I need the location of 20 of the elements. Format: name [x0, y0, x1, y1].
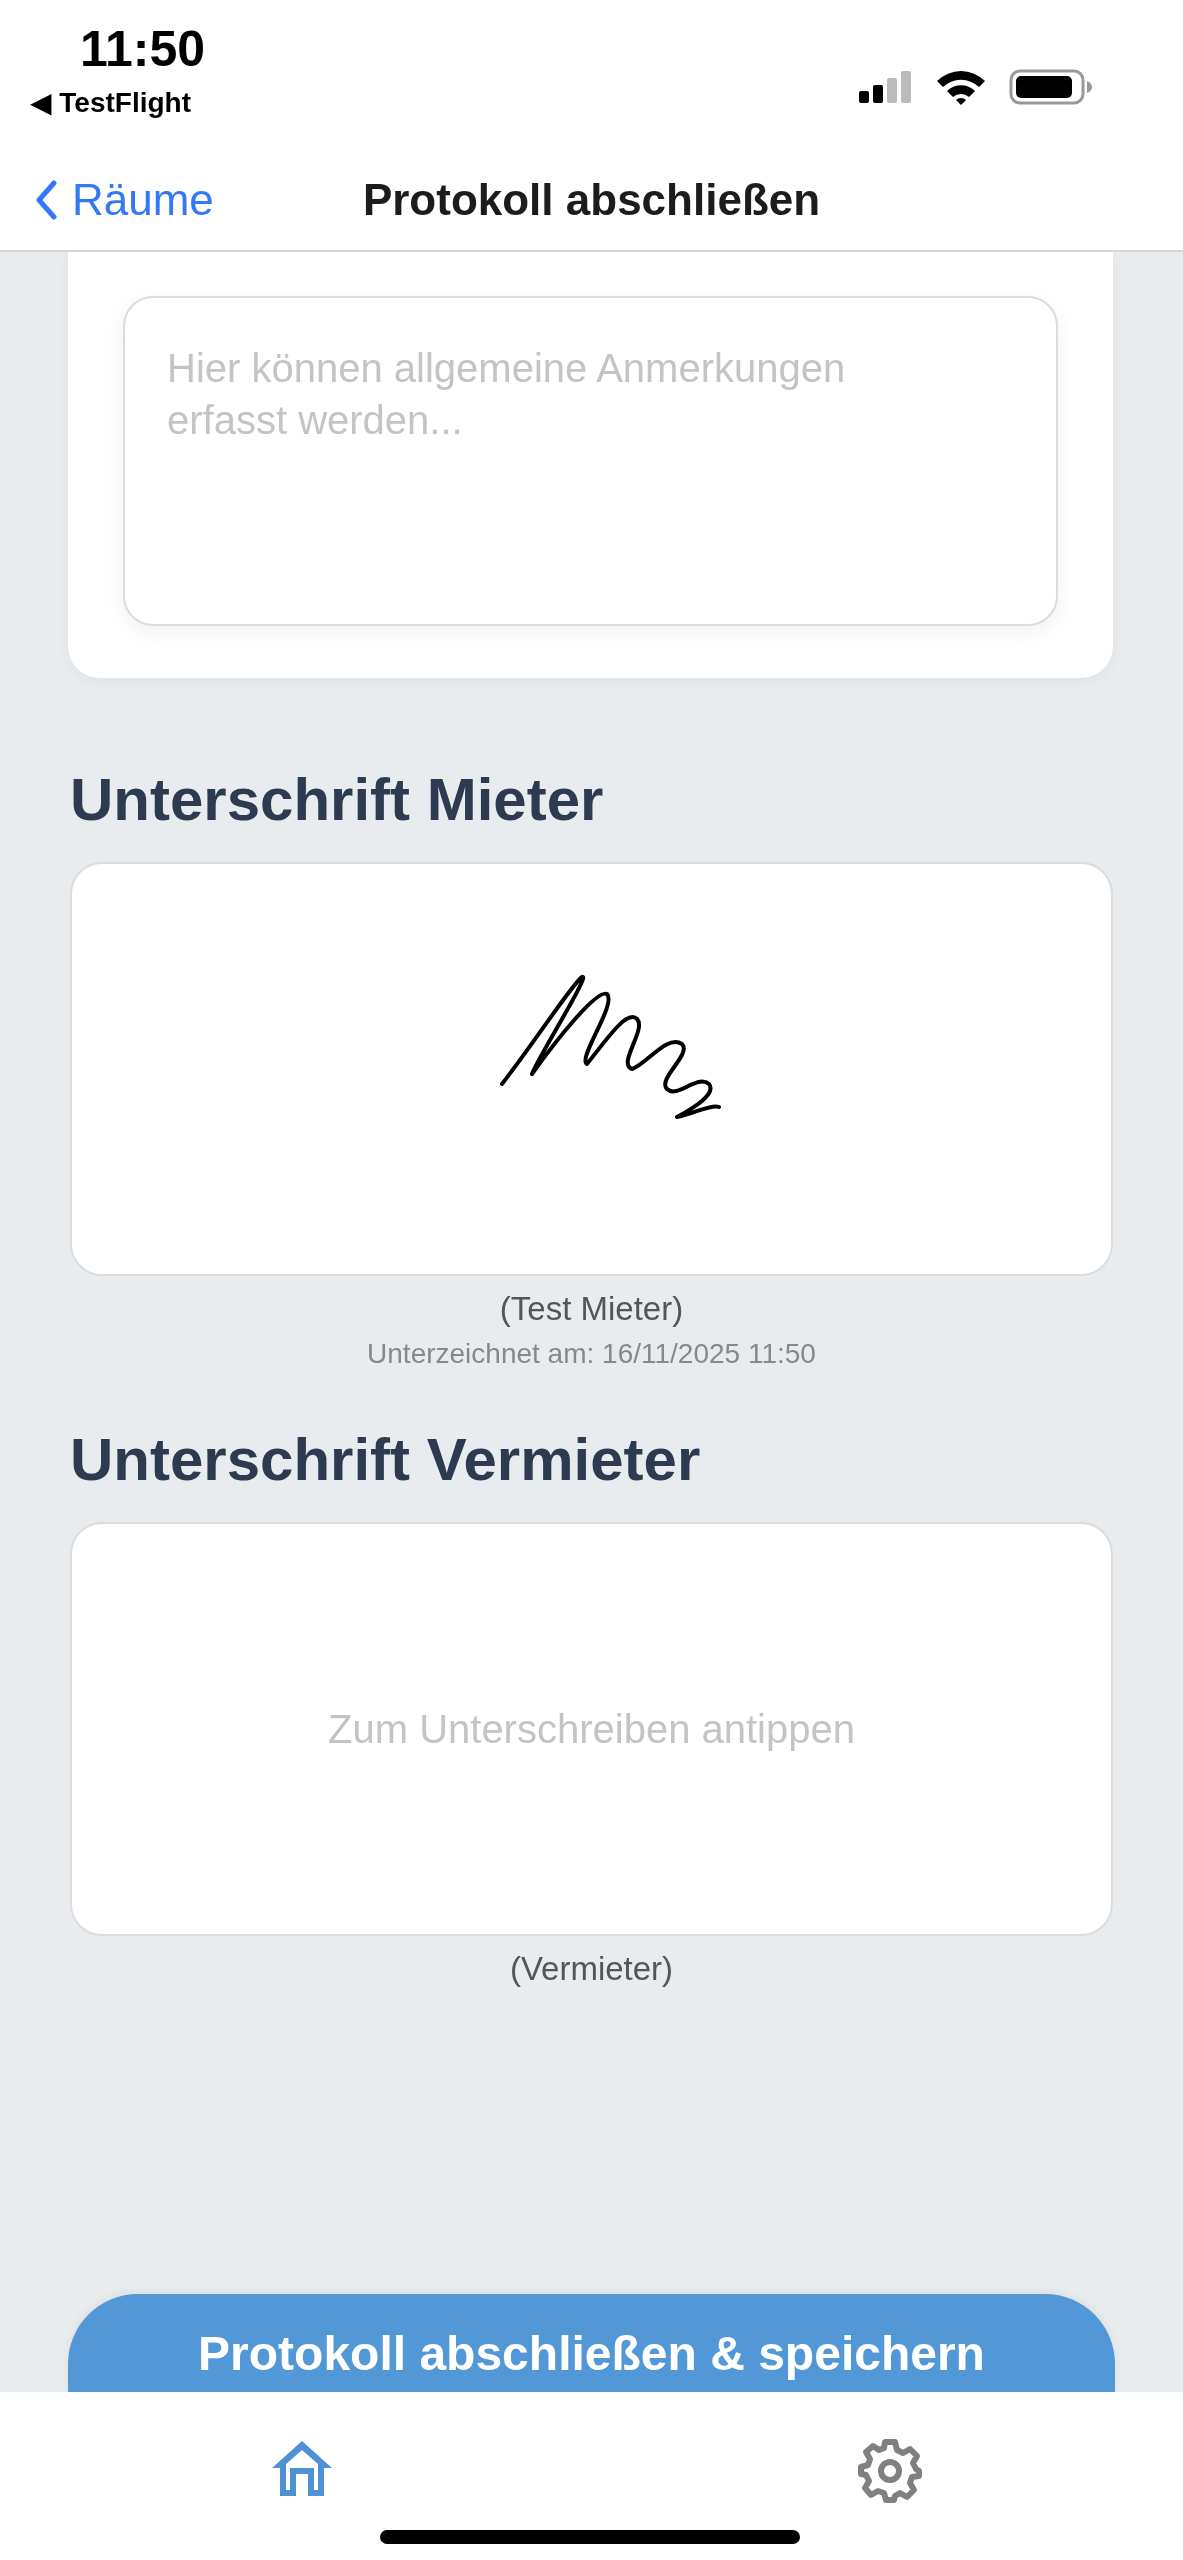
submit-button[interactable]: Protokoll abschließen & speichern	[68, 2294, 1115, 2392]
chevron-left-icon	[34, 180, 58, 220]
status-time: 11:50	[80, 20, 206, 78]
battery-icon	[1009, 69, 1093, 105]
section-heading: Unterschrift Vermieter	[70, 1426, 702, 1494]
signer-name: (Test Mieter)	[499, 1290, 684, 1328]
wifi-icon	[935, 68, 987, 106]
home-tab[interactable]	[270, 2438, 334, 2498]
settings-tab[interactable]	[857, 2438, 923, 2504]
signal-icon	[859, 71, 913, 103]
home-icon	[270, 2438, 334, 2498]
back-button[interactable]: Räume	[34, 175, 214, 225]
settings-icon	[857, 2438, 923, 2504]
section-heading: Unterschrift Mieter	[70, 766, 605, 834]
screen-title: Protokoll abschließen	[362, 175, 821, 225]
signature-placeholder: Zum Unterschreiben antippen	[328, 1706, 855, 1752]
signer-name: (Vermieter)	[509, 1950, 674, 1988]
notes-field[interactable]: Hier können allgemeine Anmerkungen erfasst werden...	[123, 296, 1058, 626]
signed-date: Unterzeichnet am: 16/11/2025 11:50	[367, 1338, 816, 1370]
back-to-app-link[interactable]: ◀ TestFlight	[30, 86, 191, 119]
